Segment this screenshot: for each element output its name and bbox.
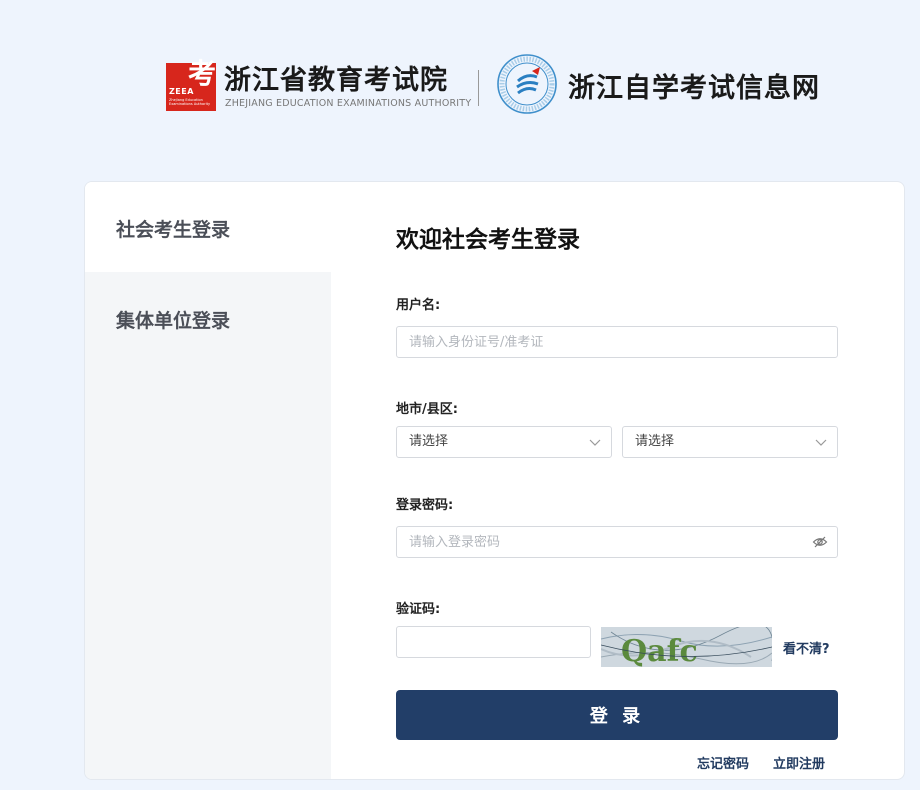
region-label: 地市/县区: [396, 402, 458, 417]
city-select[interactable]: 请选择 [396, 426, 612, 458]
form-title: 欢迎社会考生登录 [396, 227, 580, 253]
zeea-logo: 考 ZEEA Zhejiang Education Examinations A… [166, 59, 216, 111]
logo-glyph: 考 [188, 57, 217, 90]
captcha-refresh-link[interactable]: 看不清? [783, 638, 830, 657]
county-select[interactable]: 请选择 [622, 426, 838, 458]
login-type-sidebar: 社会考生登录 集体单位登录 [85, 182, 331, 779]
org-name-en: ZHEJIANG EDUCATION EXAMINATIONS AUTHORIT… [225, 98, 472, 109]
header-divider [478, 70, 479, 106]
emblem-icon [497, 54, 557, 114]
chevron-down-icon [815, 439, 827, 446]
forgot-password-link[interactable]: 忘记密码 [697, 753, 749, 772]
login-button[interactable]: 登 录 [396, 690, 838, 740]
password-field [396, 526, 838, 558]
username-input[interactable] [396, 326, 838, 358]
site-name: 浙江自学考试信息网 [568, 73, 820, 104]
tab-individual-login[interactable]: 社会考生登录 [85, 182, 331, 272]
login-form: 欢迎社会考生登录 用户名: 地市/县区: 请选择 请选择 登录密码: 验证码: [396, 182, 838, 779]
city-select-value: 请选择 [409, 434, 449, 449]
password-input[interactable] [396, 526, 838, 558]
chevron-down-icon [589, 439, 601, 446]
tab-group-login[interactable]: 集体单位登录 [85, 273, 331, 363]
captcha-text: Qafc [621, 634, 698, 667]
logo-small-text: Zhejiang Education Examinations Authorit… [169, 98, 211, 106]
logo-abbr: ZEEA [169, 87, 194, 96]
org-name: 浙江省教育考试院 [224, 65, 448, 96]
county-select-value: 请选择 [635, 434, 675, 449]
captcha-input[interactable] [396, 626, 591, 658]
captcha-label: 验证码: [396, 602, 441, 617]
captcha-image[interactable]: Qafc [601, 627, 772, 667]
password-label: 登录密码: [396, 498, 454, 513]
username-label: 用户名: [396, 298, 441, 313]
site-header: 考 ZEEA Zhejiang Education Examinations A… [166, 52, 836, 116]
register-link[interactable]: 立即注册 [773, 753, 825, 772]
login-card: 社会考生登录 集体单位登录 欢迎社会考生登录 用户名: 地市/县区: 请选择 请… [84, 181, 905, 780]
eye-hidden-icon[interactable] [812, 534, 828, 550]
